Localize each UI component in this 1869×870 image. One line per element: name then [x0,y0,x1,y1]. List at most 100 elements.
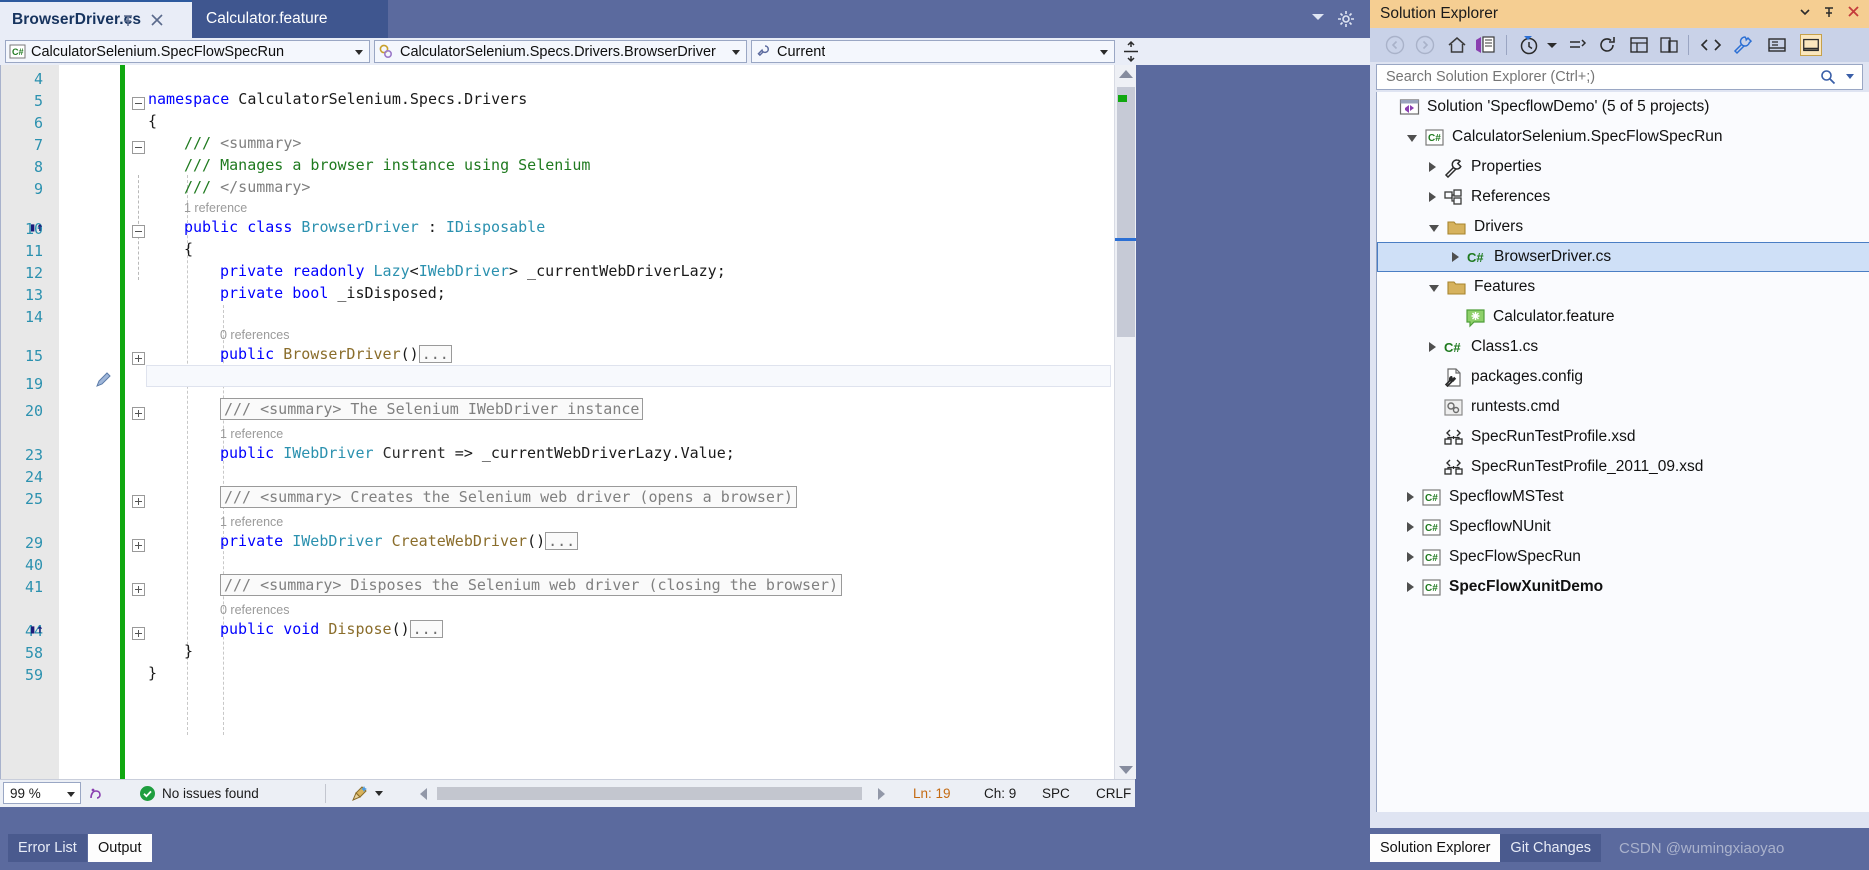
tree-item-specruntestprofile-xsd[interactable]: SpecRunTestProfile.xsd [1377,422,1869,452]
spaces-indicator: SPC [1042,786,1070,801]
tab-calculator-feature[interactable]: Calculator.feature [192,0,388,38]
scrollbar-thumb[interactable] [437,787,862,800]
tab-browserdriver-cs[interactable]: BrowserDriver.cs [0,0,192,38]
fold-toggle[interactable] [132,407,145,420]
tree-item-solution-specflowdemo-5-of-5-projects[interactable]: Solution 'SpecflowDemo' (5 of 5 projects… [1377,92,1869,122]
home-icon[interactable] [1446,34,1468,56]
preview-selected-icon[interactable] [1800,34,1822,56]
codelens-reference-count[interactable]: 0 references [220,328,289,342]
fold-toggle[interactable] [132,495,145,508]
fold-toggle[interactable] [132,539,145,552]
broom-icon[interactable] [350,784,370,809]
gear-icon[interactable] [1336,9,1356,29]
collapsed-ellipsis[interactable]: ... [545,532,578,550]
tree-item-features[interactable]: Features [1377,272,1869,302]
type-dropdown[interactable]: CalculatorSelenium.Specs.Drivers.Browser… [374,40,747,63]
chevron-right-icon[interactable] [1429,192,1436,202]
chevron-right-icon[interactable] [1452,252,1459,262]
search-input[interactable] [1384,68,1808,86]
scrollbar-thumb[interactable] [1117,87,1135,337]
tree-item-drivers[interactable]: Drivers [1377,212,1869,242]
toolbar-caret-icon[interactable] [1546,37,1558,47]
chevron-down-icon[interactable] [375,791,383,796]
chevron-down-icon[interactable] [1429,285,1439,292]
fold-toggle[interactable] [132,583,145,596]
tab-output[interactable]: Output [88,834,152,862]
zoom-level-dropdown[interactable]: 99 % [3,782,81,804]
chevron-right-icon[interactable] [1407,582,1414,592]
collapsed-ellipsis[interactable]: ... [419,345,452,363]
tree-item-packages-config[interactable]: packages.config [1377,362,1869,392]
pin-icon[interactable] [1822,5,1836,24]
chevron-down-icon[interactable] [1798,5,1812,24]
split-window-icon[interactable] [1120,40,1142,63]
tree-item-calculator-feature[interactable]: Calculator.feature [1377,302,1869,332]
tab-solution-explorer[interactable]: Solution Explorer [1370,834,1500,862]
tree-item-browserdriver-cs[interactable]: C#BrowserDriver.cs [1377,242,1869,272]
code-content[interactable]: 4 5 namespace CalculatorSelenium.Specs.D… [1,65,1136,779]
code-editor[interactable]: 4 5 namespace CalculatorSelenium.Specs.D… [0,65,1136,779]
new-folder-icon[interactable] [1658,34,1680,56]
chevron-down-icon[interactable] [1846,74,1854,79]
ime-icon[interactable] [86,784,105,808]
solution-tree[interactable]: Solution 'SpecflowDemo' (5 of 5 projects… [1376,92,1869,812]
refresh-icon[interactable] [1596,34,1618,56]
fold-toggle[interactable] [132,627,145,640]
scroll-right-arrow-icon[interactable] [878,788,885,800]
tab-git-changes[interactable]: Git Changes [1500,834,1601,862]
properties-icon[interactable] [1628,34,1650,56]
chevron-down-icon[interactable] [1312,14,1324,20]
tree-item-class1-cs[interactable]: C#Class1.cs [1377,332,1869,362]
tree-item-calculatorselenium-specflowspecrun[interactable]: C#CalculatorSelenium.SpecFlowSpecRun [1377,122,1869,152]
collapsed-ellipsis[interactable]: ... [410,620,443,638]
search-solution-explorer-input[interactable] [1376,64,1863,90]
tree-item-runtests-cmd[interactable]: runtests.cmd [1377,392,1869,422]
tree-item-specruntestprofile-2011-09-xsd[interactable]: SpecRunTestProfile_2011_09.xsd [1377,452,1869,482]
collapse-all-icon[interactable] [1566,34,1588,56]
editor-vertical-scrollbar[interactable] [1114,65,1136,779]
chevron-down-icon[interactable] [1429,225,1439,232]
solution-explorer-view-icon[interactable] [1766,34,1788,56]
tree-item-specflowxunitdemo[interactable]: C#SpecFlowXunitDemo [1377,572,1869,602]
tree-item-references[interactable]: References [1377,182,1869,212]
codelens-reference-count[interactable]: 0 references [220,603,289,617]
chevron-right-icon[interactable] [1407,522,1414,532]
collapsed-region[interactable]: /// <summary> Disposes the Selenium web … [220,574,842,596]
collapsed-region[interactable]: /// <summary> The Selenium IWebDriver in… [220,398,643,420]
project-dropdown[interactable]: C# CalculatorSelenium.SpecFlowSpecRun [5,40,370,63]
close-icon[interactable] [148,11,166,29]
chevron-right-icon[interactable] [1407,492,1414,502]
chevron-down-icon[interactable] [1407,135,1417,142]
back-arrow-icon[interactable] [1384,34,1406,56]
codelens-reference-count[interactable]: 1 reference [184,201,247,215]
pin-icon[interactable] [120,13,136,29]
scroll-down-arrow-icon[interactable] [1119,766,1133,774]
chevron-right-icon[interactable] [1429,342,1436,352]
chevron-right-icon[interactable] [1407,552,1414,562]
line-number: 11 [1,242,43,260]
tab-error-list[interactable]: Error List [8,834,87,862]
vs-sync-icon[interactable] [1474,34,1496,56]
member-dropdown[interactable]: Current [751,40,1115,63]
properties-window-icon[interactable] [1732,34,1754,56]
pending-changes-icon[interactable] [1518,34,1540,56]
tree-item-specflowmstest[interactable]: C#SpecflowMSTest [1377,482,1869,512]
codelens-reference-count[interactable]: 1 reference [220,427,283,441]
codelens-reference-count[interactable]: 1 reference [220,515,283,529]
fold-toggle[interactable] [132,225,145,238]
scroll-up-arrow-icon[interactable] [1119,70,1133,78]
forward-arrow-icon[interactable] [1414,34,1436,56]
close-icon[interactable] [1846,4,1861,24]
fold-toggle[interactable] [132,141,145,154]
fold-toggle[interactable] [132,352,145,365]
fold-toggle[interactable] [132,97,145,110]
editor-horizontal-scrollbar[interactable] [420,784,885,803]
search-icon[interactable] [1820,69,1836,90]
scroll-left-arrow-icon[interactable] [420,788,427,800]
code-view-icon[interactable] [1700,34,1722,56]
collapsed-region[interactable]: /// <summary> Creates the Selenium web d… [220,486,797,508]
tree-item-specflowspecrun[interactable]: C#SpecFlowSpecRun [1377,542,1869,572]
tree-item-specflownunit[interactable]: C#SpecflowNUnit [1377,512,1869,542]
tree-item-properties[interactable]: Properties [1377,152,1869,182]
chevron-right-icon[interactable] [1429,162,1436,172]
